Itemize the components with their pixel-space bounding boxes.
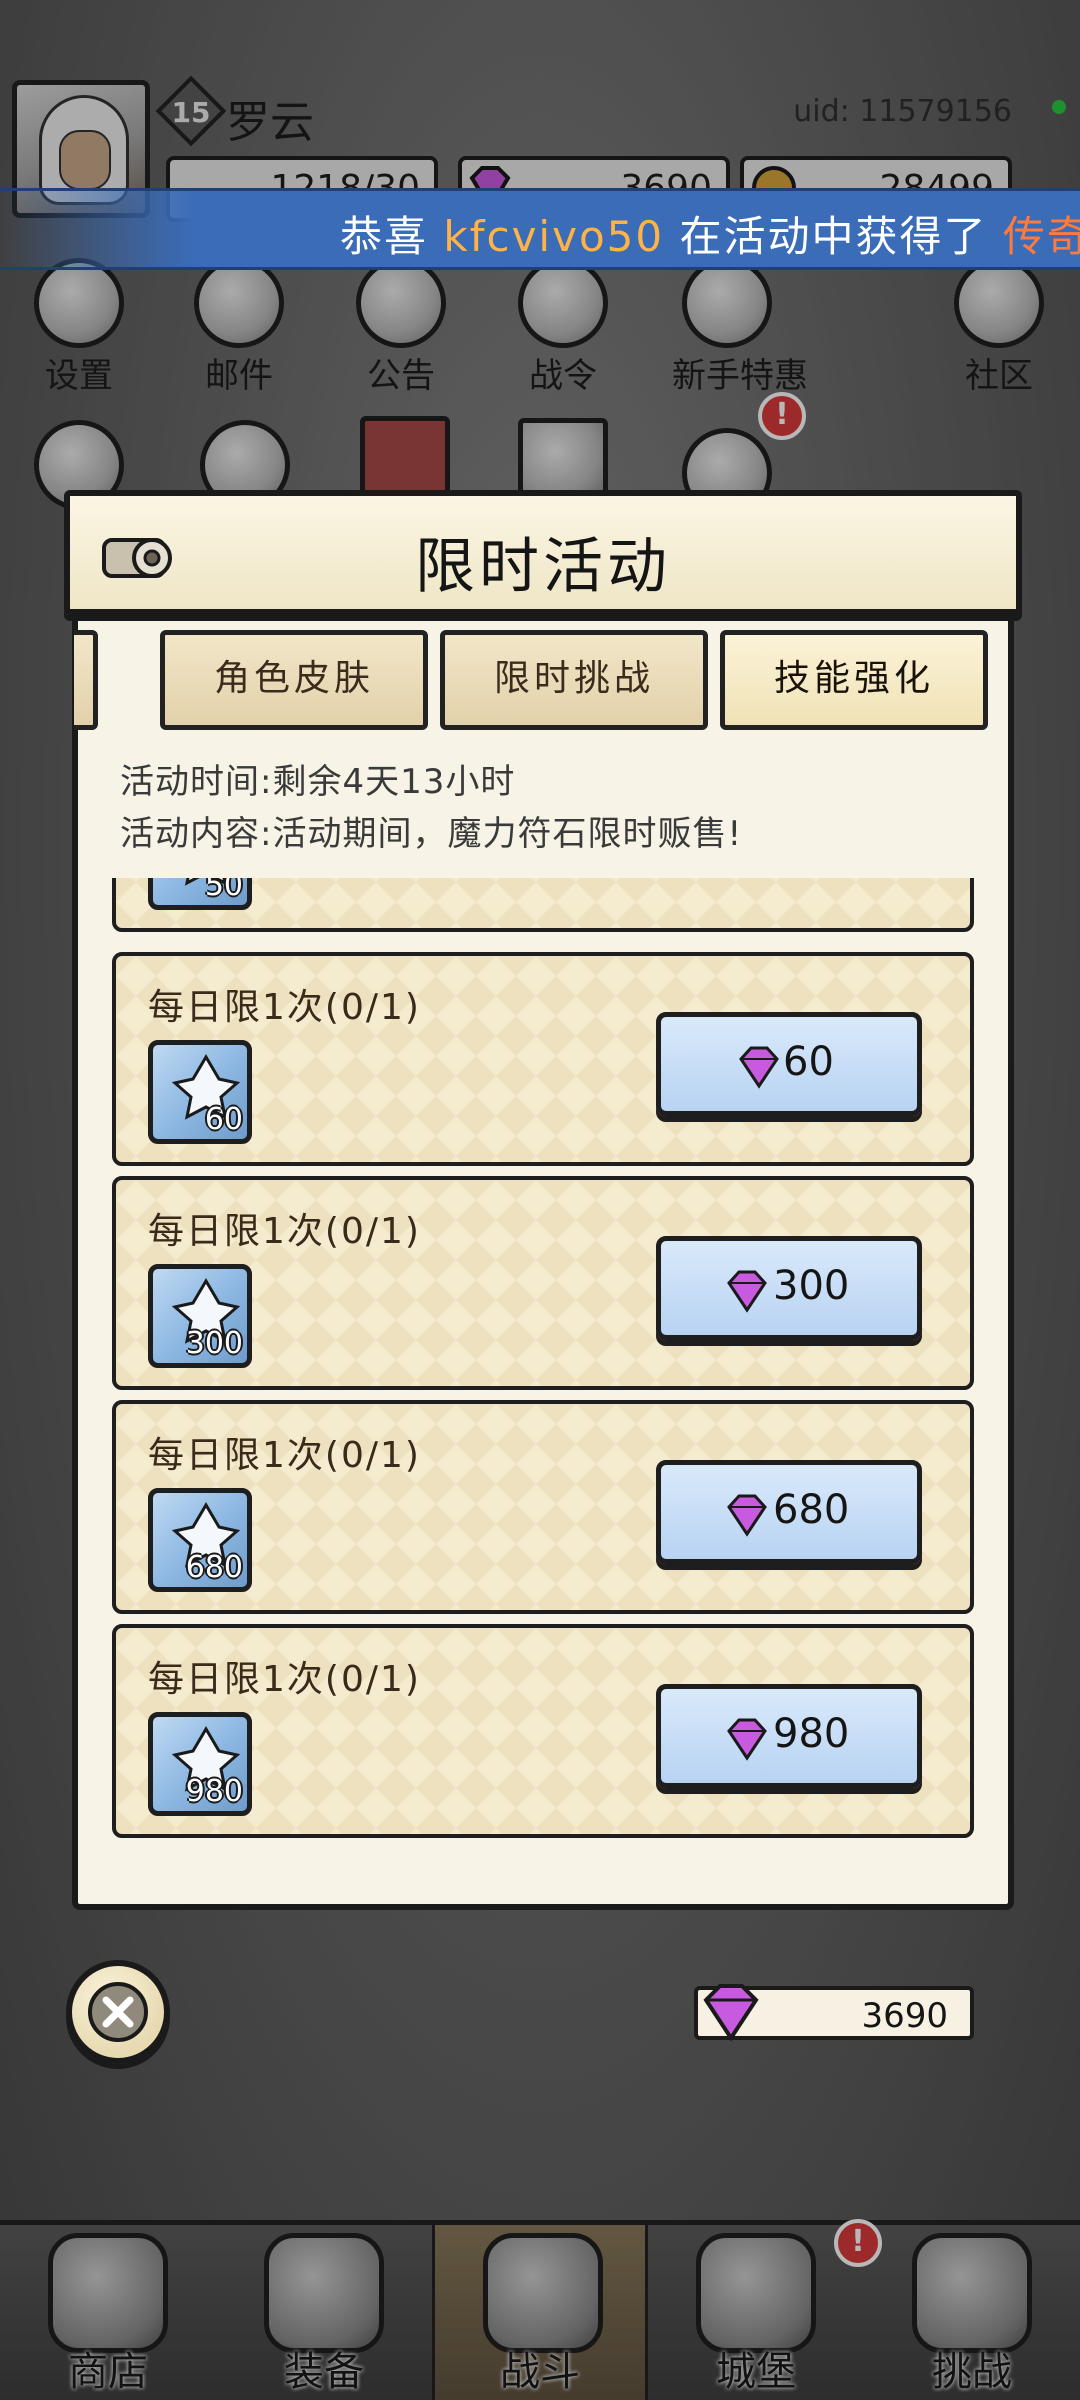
gem-icon <box>727 1270 767 1313</box>
price-label: 60 <box>783 1039 834 1085</box>
price-label: 980 <box>773 1711 850 1757</box>
rune-stone-item[interactable]: 300 <box>148 1264 252 1368</box>
item-quantity: 60 <box>204 1102 243 1137</box>
daily-limit-label: 每日限1次(0/1) <box>148 1435 421 1476</box>
announcement-username: kfcvivo50 <box>443 212 665 261</box>
buy-button[interactable]: 60 <box>656 1012 922 1116</box>
item-quantity: 50 <box>204 878 243 903</box>
event-content-text: 活动内容:活动期间，魔力符石限时贩售! <box>120 814 743 854</box>
close-button[interactable] <box>66 1960 170 2064</box>
offer-row: 每日限1次(0/1) 60 60 <box>112 952 974 1166</box>
daily-limit-label: 每日限1次(0/1) <box>148 1211 421 1252</box>
offer-row: 每日限1次(0/1) 980 980 <box>112 1624 974 1838</box>
close-icon <box>88 1982 148 2042</box>
offer-list[interactable]: 50 每日限1次(0/1) 60 60 每日限1次(0/1) 300 300 每… <box>112 878 974 1878</box>
rune-stone-item[interactable]: 60 <box>148 1040 252 1144</box>
buy-button[interactable]: 300 <box>656 1236 922 1340</box>
modal-body: 角色皮肤 限时挑战 技能强化 活动时间:剩余4天13小时 活动内容:活动期间，魔… <box>72 616 1014 1910</box>
event-time-text: 活动时间:剩余4天13小时 <box>120 762 516 802</box>
rune-stone-item[interactable]: 680 <box>148 1488 252 1592</box>
announcement-tier: 传奇 <box>1002 212 1080 261</box>
announcement-banner: 恭喜 kfcvivo50 在活动中获得了 传奇 宝 <box>0 188 1080 270</box>
offer-row-partial: 50 <box>112 878 974 932</box>
modal-title: 限时活动 <box>415 532 671 602</box>
modal-header: 限时活动 <box>64 490 1022 615</box>
daily-limit-label: 每日限1次(0/1) <box>148 1659 421 1700</box>
gem-balance: 3690 <box>694 1984 974 2042</box>
gem-icon <box>727 1718 767 1761</box>
buy-button[interactable]: 980 <box>656 1684 922 1788</box>
rune-stone-item[interactable]: 50 <box>148 878 252 910</box>
tab-partial-left[interactable] <box>74 630 98 730</box>
offer-row: 每日限1次(0/1) 680 680 <box>112 1400 974 1614</box>
announcement-text: 恭喜 kfcvivo50 在活动中获得了 传奇 宝 <box>340 203 1080 264</box>
offer-row: 每日限1次(0/1) 300 300 <box>112 1176 974 1390</box>
daily-limit-label: 每日限1次(0/1) <box>148 987 421 1028</box>
limited-event-modal: 角色皮肤 限时挑战 技能强化 活动时间:剩余4天13小时 活动内容:活动期间，魔… <box>64 490 1022 1910</box>
item-quantity: 980 <box>185 1774 243 1809</box>
buy-button[interactable]: 680 <box>656 1460 922 1564</box>
item-quantity: 300 <box>185 1326 243 1361</box>
gem-icon <box>739 1046 779 1089</box>
tab-limited-challenge[interactable]: 限时挑战 <box>440 630 708 730</box>
tab-character-skin[interactable]: 角色皮肤 <box>160 630 428 730</box>
item-quantity: 680 <box>185 1550 243 1585</box>
gem-balance-value: 3690 <box>861 1996 948 2036</box>
tab-skill-upgrade[interactable]: 技能强化 <box>720 630 988 730</box>
rune-stone-item[interactable]: 980 <box>148 1712 252 1816</box>
price-label: 300 <box>773 1263 850 1309</box>
gem-icon <box>727 1494 767 1537</box>
price-label: 680 <box>773 1487 850 1533</box>
gem-icon <box>703 1984 759 2042</box>
